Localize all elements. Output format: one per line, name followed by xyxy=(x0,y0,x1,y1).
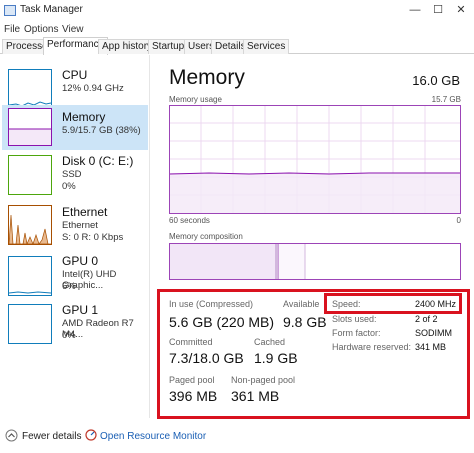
paged-pool-value: 396 MB xyxy=(169,388,218,404)
tab-startup[interactable]: Startup xyxy=(148,39,189,54)
available-label: Available xyxy=(283,299,320,309)
available-value: 9.8 GB xyxy=(283,314,327,330)
memory-usage-max: 15.7 GB xyxy=(431,95,461,104)
sidebar-item-sub: 12% 0.94 GHz xyxy=(62,83,124,94)
memory-thumbnail-graph xyxy=(8,108,52,146)
slots-used-label: Slots used: xyxy=(332,314,377,324)
non-paged-pool-value: 361 MB xyxy=(231,388,280,404)
window-title: Task Manager xyxy=(20,4,83,15)
sidebar-item-sub2: S: 0 R: 0 Kbps xyxy=(62,232,124,243)
paged-pool-label: Paged pool xyxy=(169,375,215,385)
fewer-details-button[interactable]: Fewer details xyxy=(22,431,81,442)
speed-value: 2400 MHz xyxy=(415,299,457,309)
sidebar-item-name: GPU 0 xyxy=(62,254,99,268)
memory-composition-label: Memory composition xyxy=(169,232,243,241)
sidebar-item-disk[interactable]: Disk 0 (C: E:) SSD 0% xyxy=(2,152,148,202)
tab-services[interactable]: Services xyxy=(243,39,290,54)
menu-file[interactable]: File xyxy=(4,24,20,35)
page-title: Memory xyxy=(169,66,245,89)
sidebar-item-name: CPU xyxy=(62,68,88,82)
sidebar-item-gpu0[interactable]: GPU 0 Intel(R) UHD Graphic... 6% xyxy=(2,254,148,304)
non-paged-pool-label: Non-paged pool xyxy=(231,375,296,385)
form-factor-label: Form factor: xyxy=(332,328,381,338)
gpu1-thumbnail-graph xyxy=(8,304,52,344)
time-span-label: 60 seconds xyxy=(169,216,210,225)
hardware-reserved-value: 341 MB xyxy=(415,342,447,352)
chevron-up-icon[interactable] xyxy=(5,429,18,442)
maximize-button[interactable]: ☐ xyxy=(427,2,449,18)
sidebar-item-sub2: 0% xyxy=(62,330,76,341)
minimize-button[interactable]: — xyxy=(404,2,426,18)
sidebar-item-name: Disk 0 (C: E:) xyxy=(62,154,134,168)
sidebar-item-sub2: 0% xyxy=(62,181,76,192)
cpu-thumbnail-graph xyxy=(8,69,52,109)
memory-composition-bar xyxy=(169,243,461,280)
slots-used-value: 2 of 2 xyxy=(415,314,438,324)
sidebar-item-sub: Ethernet xyxy=(62,220,98,231)
open-resource-monitor-link[interactable]: Open Resource Monitor xyxy=(100,431,206,442)
sidebar-item-gpu1[interactable]: GPU 1 AMD Radeon R7 M4... 0% xyxy=(2,303,148,353)
ethernet-thumbnail-graph xyxy=(8,205,52,245)
speed-label: Speed: xyxy=(332,299,361,309)
close-button[interactable]: ✕ xyxy=(450,2,472,18)
memory-usage-graph xyxy=(169,105,461,214)
sidebar-item-sub: 5.9/15.7 GB (38%) xyxy=(62,125,141,136)
gpu0-thumbnail-graph xyxy=(8,256,52,296)
cached-value: 1.9 GB xyxy=(254,350,298,366)
sidebar-item-name: Memory xyxy=(62,110,106,124)
menu-view[interactable]: View xyxy=(62,24,84,35)
cached-label: Cached xyxy=(254,337,286,347)
total-memory: 16.0 GB xyxy=(412,73,460,88)
sidebar-item-sub2: 6% xyxy=(62,281,76,292)
menu-options[interactable]: Options xyxy=(24,24,58,35)
form-factor-value: SODIMM xyxy=(415,328,452,338)
resource-monitor-icon xyxy=(85,429,97,441)
in-use-label: In use (Compressed) xyxy=(169,299,254,309)
sidebar-item-ethernet[interactable]: Ethernet Ethernet S: 0 R: 0 Kbps xyxy=(2,203,148,253)
hardware-reserved-label: Hardware reserved: xyxy=(332,342,412,352)
in-use-value: 5.6 GB (220 MB) xyxy=(169,314,275,330)
sidebar-item-name: Ethernet xyxy=(62,205,108,219)
disk-thumbnail-graph xyxy=(8,155,52,195)
sidebar-item-sub: SSD xyxy=(62,169,82,180)
committed-value: 7.3/18.0 GB xyxy=(169,350,244,366)
memory-usage-label: Memory usage xyxy=(169,95,222,104)
time-end-label: 0 xyxy=(456,216,461,225)
sidebar-item-memory[interactable]: Memory 5.9/15.7 GB (38%) xyxy=(2,105,148,150)
task-manager-icon xyxy=(4,5,16,16)
committed-label: Committed xyxy=(169,337,213,347)
sidebar-item-name: GPU 1 xyxy=(62,303,99,317)
